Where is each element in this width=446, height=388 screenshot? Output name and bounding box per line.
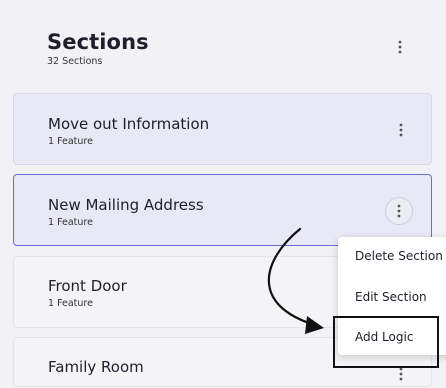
section-name: New Mailing Address bbox=[48, 196, 204, 214]
menu-item-edit-section[interactable]: Edit Section bbox=[355, 290, 427, 304]
section-name: Front Door bbox=[48, 277, 127, 295]
more-vertical-icon bbox=[397, 204, 401, 218]
menu-item-delete-section[interactable]: Delete Section bbox=[355, 249, 443, 263]
more-vertical-icon bbox=[399, 367, 403, 381]
section-name: Move out Information bbox=[48, 115, 210, 133]
section-count: 32 Sections bbox=[47, 56, 103, 67]
section-feature-count: 1 Feature bbox=[48, 298, 93, 309]
section-feature-count: 1 Feature bbox=[48, 136, 93, 147]
section-name: Family Room bbox=[48, 358, 144, 376]
more-vertical-icon bbox=[398, 40, 402, 54]
section-card[interactable]: Move out Information 1 Feature bbox=[13, 93, 432, 165]
page-title: Sections bbox=[47, 30, 149, 54]
section-feature-count: 1 Feature bbox=[48, 217, 93, 228]
sections-header: Sections 32 Sections bbox=[13, 0, 432, 82]
section-more-button-active[interactable] bbox=[385, 197, 413, 225]
section-more-button[interactable] bbox=[387, 116, 415, 144]
more-vertical-icon bbox=[399, 123, 403, 137]
header-more-button[interactable] bbox=[386, 33, 414, 61]
add-logic-highlight-box bbox=[333, 316, 439, 368]
section-card-selected[interactable]: New Mailing Address 1 Feature bbox=[13, 174, 432, 246]
